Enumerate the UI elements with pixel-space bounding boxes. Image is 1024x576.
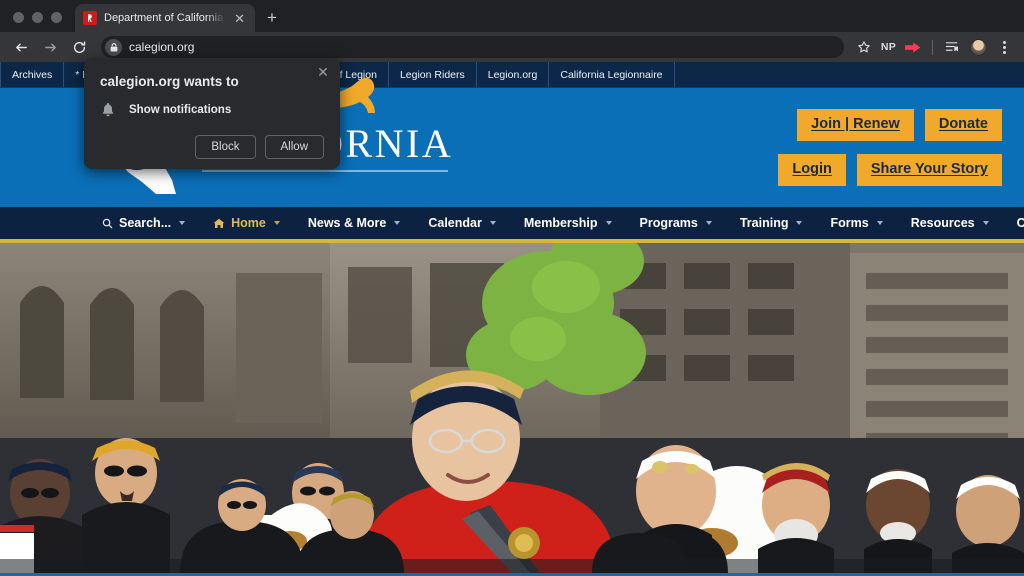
share-your-story-button[interactable]: Share Your Story — [856, 154, 1002, 186]
utility-nav-item[interactable]: Archives — [0, 62, 65, 87]
hero-image — [0, 243, 1024, 573]
permission-option-label: Show notifications — [129, 104, 232, 116]
nav-label: Search... — [119, 216, 172, 230]
chevron-down-icon — [179, 221, 186, 225]
three-dot-menu-icon[interactable] — [992, 35, 1016, 59]
toolbar-actions: NP — [852, 35, 1016, 59]
nav-item-calendar[interactable]: Calendar — [414, 216, 510, 230]
nav-item-membership[interactable]: Membership — [510, 216, 626, 230]
nav-label: Forms — [830, 216, 869, 230]
forward-arrow-icon[interactable] — [37, 34, 63, 60]
nav-item-search[interactable]: Search... — [88, 216, 199, 230]
permission-dialog-title: calegion.org wants to — [100, 74, 239, 89]
nav-label: Contacts — [1016, 216, 1024, 230]
reload-icon[interactable] — [66, 34, 92, 60]
nav-item-training[interactable]: Training — [726, 216, 817, 230]
nav-label: News & More — [307, 216, 387, 230]
block-button[interactable]: Block — [195, 135, 256, 159]
nav-label: Resources — [910, 216, 975, 230]
utility-nav-item[interactable]: Legion Riders — [389, 62, 477, 87]
chevron-down-icon — [796, 221, 803, 225]
nav-item-news-and-more[interactable]: News & More — [294, 216, 415, 230]
window-traffic-lights — [0, 12, 75, 32]
address-bar-url[interactable]: calegion.org — [129, 40, 194, 54]
browser-window: Department of California, The ✕ + calegi… — [0, 0, 1024, 576]
bell-icon — [100, 103, 116, 117]
nav-item-forms[interactable]: Forms — [816, 216, 896, 230]
search-icon — [102, 218, 113, 229]
home-icon — [213, 218, 225, 229]
nav-label: Home — [231, 216, 266, 230]
tab-close-icon[interactable]: ✕ — [232, 10, 247, 27]
chevron-down-icon — [605, 221, 612, 225]
tab-strip: Department of California, The ✕ + — [0, 0, 1024, 32]
lock-icon[interactable] — [105, 38, 122, 56]
tab-title: Department of California, The — [104, 12, 226, 24]
allow-button[interactable]: Allow — [264, 135, 324, 159]
chevron-down-icon — [876, 221, 883, 225]
main-navigation: Search... Home News & More Calendar Memb… — [0, 207, 1024, 243]
extension-np-icon[interactable]: NP — [878, 41, 899, 53]
notification-permission-dialog: ✕ calegion.org wants to Show notificatio… — [84, 58, 340, 169]
nav-item-resources[interactable]: Resources — [897, 216, 1003, 230]
profile-avatar[interactable] — [966, 35, 990, 59]
utility-nav-item[interactable]: California Legionnaire — [549, 62, 675, 87]
permission-option-row: Show notifications — [100, 103, 324, 117]
star-icon[interactable] — [852, 35, 876, 59]
close-window-button[interactable] — [13, 12, 24, 23]
chevron-down-icon — [489, 221, 496, 225]
nav-item-home[interactable]: Home — [199, 216, 294, 230]
donate-button[interactable]: Donate — [924, 109, 1002, 141]
nav-item-programs[interactable]: Programs — [626, 216, 726, 230]
toolbar-divider — [932, 39, 933, 55]
join-renew-button[interactable]: Join | Renew — [797, 109, 914, 141]
header-action-row-secondary: Login Share Your Story — [778, 154, 1002, 186]
nav-label: Membership — [523, 216, 598, 230]
new-tab-button[interactable]: + — [267, 9, 277, 26]
nav-label: Calendar — [428, 216, 482, 230]
reading-list-icon[interactable] — [940, 35, 964, 59]
browser-tab[interactable]: Department of California, The ✕ — [75, 4, 255, 32]
nav-label: Programs — [639, 216, 698, 230]
legion-emblem-favicon — [83, 11, 97, 25]
login-button[interactable]: Login — [778, 154, 846, 186]
address-bar[interactable]: calegion.org — [101, 36, 844, 58]
minimize-window-button[interactable] — [32, 12, 43, 23]
red-arrow-extension-icon[interactable] — [901, 35, 925, 59]
chevron-down-icon — [982, 221, 989, 225]
utility-nav-item[interactable]: Legion.org — [477, 62, 550, 87]
maximize-window-button[interactable] — [51, 12, 62, 23]
back-arrow-icon[interactable] — [8, 34, 34, 60]
header-action-buttons: Join | Renew Donate Login Share Your Sto… — [778, 109, 1002, 186]
header-action-row-primary: Join | Renew Donate — [797, 109, 1002, 141]
chevron-down-icon — [273, 221, 280, 225]
permission-dialog-actions: Block Allow — [100, 135, 324, 159]
chevron-down-icon — [705, 221, 712, 225]
brand-underline — [202, 169, 448, 172]
chevron-down-icon — [394, 221, 401, 225]
close-icon[interactable]: ✕ — [315, 64, 331, 80]
nav-label: Training — [739, 216, 789, 230]
nav-item-contacts[interactable]: Contacts — [1003, 216, 1024, 230]
